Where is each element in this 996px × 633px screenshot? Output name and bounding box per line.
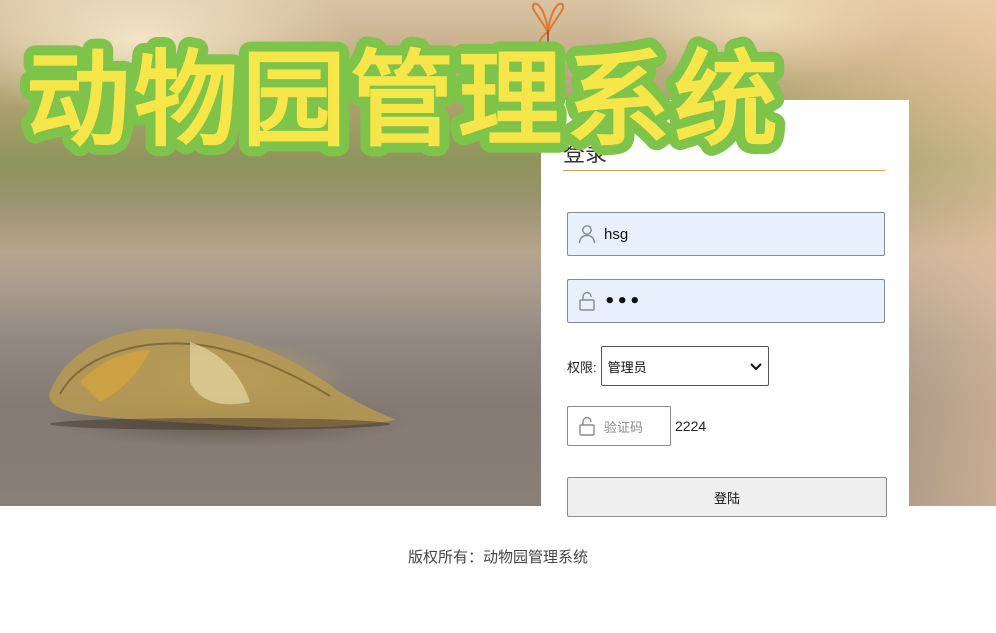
password-value: ••• (604, 290, 642, 312)
lock-icon (576, 290, 598, 312)
permission-select[interactable]: 管理员 (600, 346, 769, 386)
chevron-down-icon (749, 359, 762, 374)
password-field[interactable]: ••• (567, 279, 885, 323)
footer-copyright: 版权所有：动物园管理系统 (407, 549, 588, 566)
user-icon (576, 223, 598, 245)
permission-label: 权限: (567, 359, 597, 375)
leaf-image (49, 328, 396, 430)
permission-row: 权限: 管理员 (567, 346, 769, 386)
captcha-row: 验证码 2224 (567, 406, 706, 446)
lock-icon (576, 415, 598, 437)
site-title: 动物园管理系统 (18, 29, 788, 171)
login-page: 登录 hsg ••• 权限: 管理员 验证码 2224 登陆 动物园管理系统 版… (0, 0, 996, 633)
login-button[interactable]: 登陆 (567, 477, 887, 517)
captcha-placeholder: 验证码 (604, 419, 644, 435)
username-value: hsg (604, 225, 629, 243)
username-field[interactable]: hsg (567, 212, 885, 256)
captcha-input[interactable]: 验证码 (567, 406, 671, 446)
captcha-code[interactable]: 2224 (675, 418, 706, 434)
permission-selected: 管理员 (607, 359, 647, 375)
site-title-text: 动物园管理系统 (26, 39, 782, 161)
